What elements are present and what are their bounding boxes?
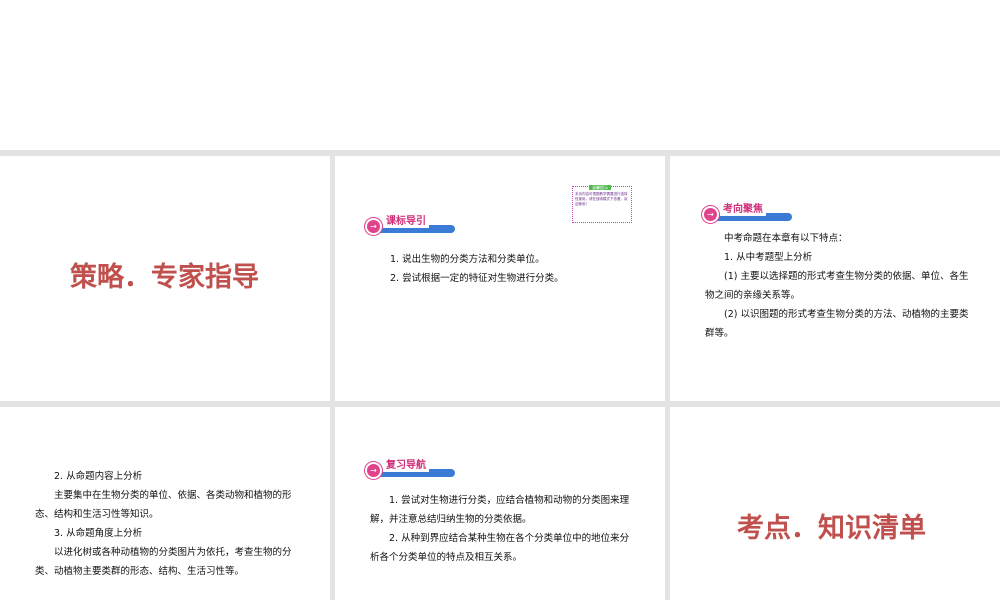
text-line: (1) 主要以选择题的形式考查生物分类的依据、单位、各生物之间的亲缘关系等。 <box>705 271 969 301</box>
text-line: 主要集中在生物分类的单位、依据、各类动物和植物的形态、结构和生活习性等知识。 <box>35 490 292 520</box>
badge-label: 复习导航 <box>383 460 429 472</box>
text-line: 2. 尝试根据一定的特征对生物进行分类。 <box>390 273 564 284</box>
badge-icon: → <box>702 206 719 223</box>
text-line: 1. 尝试对生物进行分类，应结合植物和动物的分类图来理解，并注意总结归纳生物的分… <box>370 495 630 525</box>
text-line: 中考命题在本章有以下特点： <box>724 233 848 244</box>
badge-label: 考向聚焦 <box>720 204 766 216</box>
text-line: 3. 从命题角度上分析 <box>54 528 143 539</box>
slide-thumbnail-5[interactable]: → 复习导航 1. 尝试对生物进行分类，应结合植物和动物的分类图来理解，并注意总结… <box>335 407 665 600</box>
section-badge: → 课标导引 <box>365 216 455 235</box>
tip-box: 温馨提示本页内容可根据教学需要进行选择性使用，请在放映模式下查看，欢迎使用！ <box>572 185 632 223</box>
section-badge: → 考向聚焦 <box>702 204 792 223</box>
text-line: 1. 说出生物的分类方法和分类单位。 <box>390 254 545 265</box>
tip-body: 本页内容可根据教学需要进行选择性使用，请在放映模式下查看，欢迎使用！ <box>575 192 628 206</box>
text-line: (2) 以识图题的形式考查生物分类的方法、动植物的主要类群等。 <box>705 309 969 339</box>
slide-thumbnail-2[interactable]: 温馨提示本页内容可根据教学需要进行选择性使用，请在放映模式下查看，欢迎使用！ →… <box>335 156 665 401</box>
slide-thumbnail-1[interactable]: 策略．专家指导 <box>0 156 330 401</box>
text-line: 2. 从命题内容上分析 <box>54 471 143 482</box>
slide-title: 考点．知识清单 <box>737 513 926 544</box>
slide-thumbnail-6[interactable]: 考点．知识清单 <box>670 407 1000 600</box>
slide-thumbnail-4[interactable]: 2. 从命题内容上分析 主要集中在生物分类的单位、依据、各类动物和植物的形态、结… <box>0 407 330 600</box>
tip-title: 温馨提示 <box>589 185 611 190</box>
blank-area <box>0 0 1000 150</box>
badge-icon: → <box>365 462 382 479</box>
text-line: 以进化树或各种动植物的分类图片为依托，考查生物的分类、动植物主要类群的形态、结构… <box>35 547 292 577</box>
text-line: 2. 从种到界应结合某种生物在各个分类单位中的地位来分析各个分类单位的特点及相互… <box>370 533 630 563</box>
badge-label: 课标导引 <box>383 216 429 228</box>
badge-icon: → <box>365 218 382 235</box>
text-line: 1. 从中考题型上分析 <box>724 252 813 263</box>
slide-title: 策略．专家指导 <box>70 262 259 293</box>
slide-thumbnail-3[interactable]: → 考向聚焦 中考命题在本章有以下特点： 1. 从中考题型上分析 (1) 主要以选… <box>670 156 1000 401</box>
section-badge: → 复习导航 <box>365 460 455 479</box>
